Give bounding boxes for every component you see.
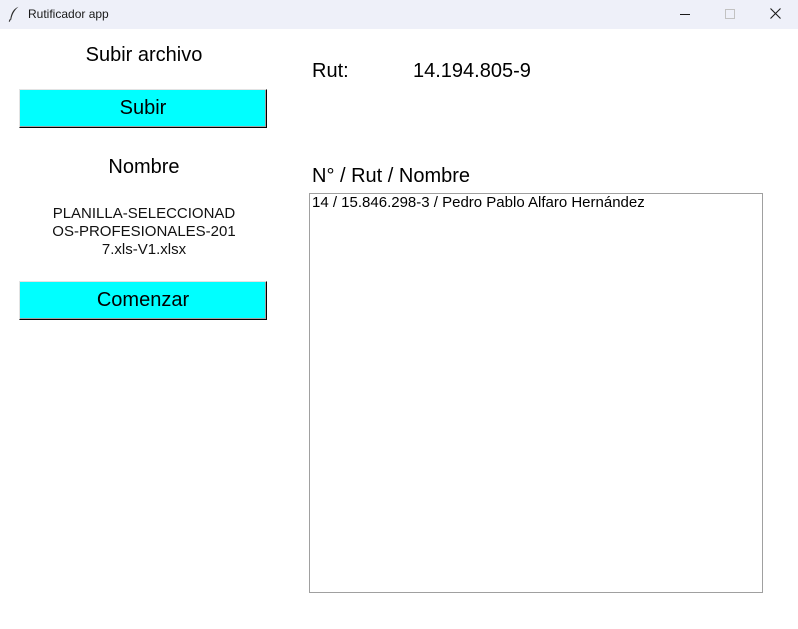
- close-icon: [769, 6, 781, 24]
- file-name-line: OS-PROFESIONALES-201: [52, 223, 236, 240]
- window-title: Rutificador app: [28, 7, 109, 21]
- start-button[interactable]: Comenzar: [19, 281, 267, 320]
- minimize-button[interactable]: [662, 0, 708, 29]
- rut-value: 14.194.805-9: [413, 60, 531, 82]
- file-name-line: 7.xls-V1.xlsx: [101, 241, 187, 258]
- minimize-icon: [680, 6, 690, 24]
- feather-icon: [8, 6, 20, 22]
- results-list-header: N° / Rut / Nombre: [312, 165, 471, 187]
- upload-title: Subir archivo: [85, 44, 203, 66]
- close-button[interactable]: [752, 0, 798, 29]
- rut-label: Rut:: [312, 60, 349, 82]
- results-listbox[interactable]: 14 / 15.846.298-3 / Pedro Pablo Alfaro H…: [309, 193, 763, 593]
- app-content: Subir archivo Subir Nombre PLANILLA-SELE…: [0, 29, 798, 629]
- file-name-label: PLANILLA-SELECCIONAD OS-PROFESIONALES-20…: [19, 205, 269, 259]
- name-title: Nombre: [108, 156, 180, 178]
- list-item[interactable]: 14 / 15.846.298-3 / Pedro Pablo Alfaro H…: [310, 194, 762, 212]
- maximize-button[interactable]: [707, 0, 753, 29]
- file-name-line: PLANILLA-SELECCIONAD: [52, 205, 236, 222]
- upload-button[interactable]: Subir: [19, 89, 267, 128]
- title-bar[interactable]: Rutificador app: [0, 0, 798, 29]
- maximize-icon: [725, 6, 735, 24]
